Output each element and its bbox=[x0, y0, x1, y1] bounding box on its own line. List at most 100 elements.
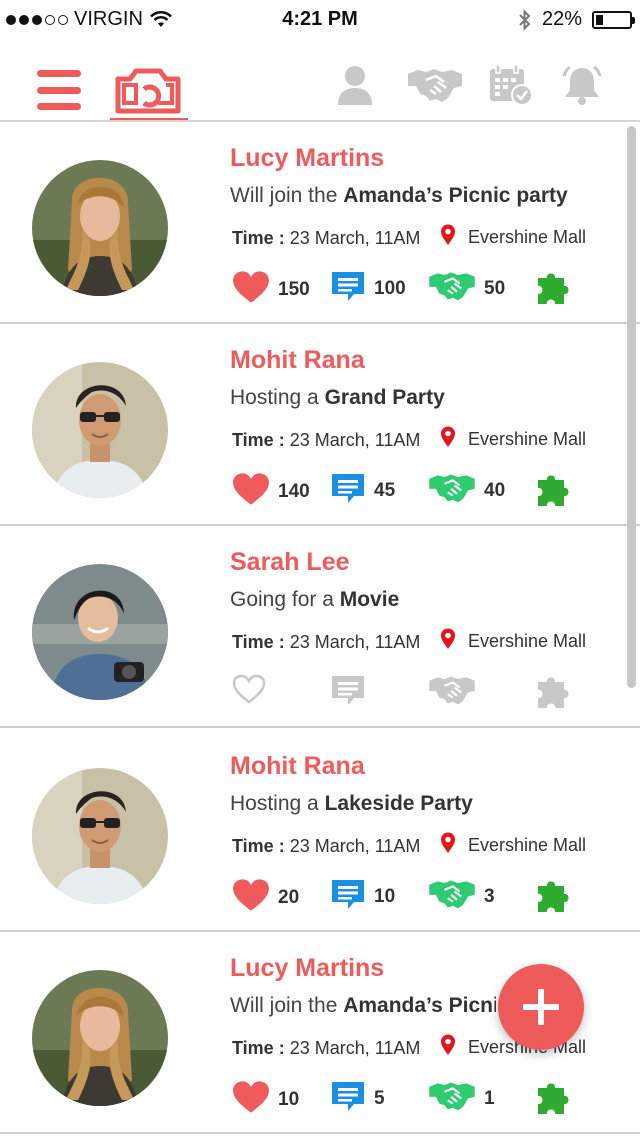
location-pin-icon bbox=[440, 832, 456, 859]
time-label: Time : bbox=[232, 228, 285, 248]
feed-card[interactable]: Mohit Rana Hosting a Grand Party Time : … bbox=[0, 324, 640, 526]
user-name[interactable]: Sarah Lee bbox=[230, 548, 350, 577]
stats-row: 150 100 50 bbox=[232, 270, 592, 310]
event-time: Time : 23 March, 11AM bbox=[232, 836, 420, 857]
join-button[interactable]: 3 bbox=[428, 878, 504, 916]
user-name[interactable]: Mohit Rana bbox=[230, 346, 365, 375]
menu-icon[interactable] bbox=[36, 70, 82, 110]
activity-prefix: Will join the bbox=[230, 994, 344, 1017]
activity-text: Will join the Amanda’s Picnic party bbox=[230, 184, 568, 208]
bell-icon[interactable] bbox=[560, 62, 604, 108]
activity-event[interactable]: Lakeside Party bbox=[325, 792, 473, 815]
comment-button[interactable] bbox=[330, 674, 394, 712]
activity-event[interactable]: Grand Party bbox=[325, 386, 445, 409]
comment-button[interactable]: 5 bbox=[330, 1080, 394, 1118]
join-button[interactable]: 50 bbox=[428, 270, 505, 308]
time-value: 23 March, 11AM bbox=[284, 632, 421, 652]
event-location[interactable]: Evershine Mall bbox=[440, 224, 586, 251]
avatar[interactable] bbox=[32, 362, 168, 498]
feed-card[interactable]: Lucy Martins Will join the Amanda’s Picn… bbox=[0, 122, 640, 324]
comment-count: 100 bbox=[374, 278, 406, 299]
avatar[interactable] bbox=[32, 970, 168, 1106]
user-name[interactable]: Lucy Martins bbox=[230, 144, 384, 173]
puzzle-button[interactable] bbox=[534, 1080, 572, 1122]
location-pin-icon bbox=[440, 1034, 456, 1061]
activity-event[interactable]: Movie bbox=[340, 588, 400, 611]
event-location[interactable]: Evershine Mall bbox=[440, 628, 586, 655]
plus-icon bbox=[523, 989, 559, 1025]
comment-icon bbox=[330, 270, 366, 308]
location-name: Evershine Mall bbox=[468, 227, 587, 247]
user-name[interactable]: Mohit Rana bbox=[230, 752, 365, 781]
feed-card[interactable]: Mohit Rana Hosting a Lakeside Party Time… bbox=[0, 730, 640, 932]
add-button[interactable] bbox=[498, 964, 584, 1050]
comment-button[interactable]: 45 bbox=[330, 472, 395, 510]
event-location[interactable]: Evershine Mall bbox=[440, 426, 586, 453]
activity-text: Hosting a Lakeside Party bbox=[230, 792, 473, 816]
event-location[interactable]: Evershine Mall bbox=[440, 832, 586, 859]
scrollbar[interactable] bbox=[627, 126, 636, 688]
location-name: Evershine Mall bbox=[468, 835, 587, 855]
comment-icon bbox=[330, 472, 366, 510]
event-time: Time : 23 March, 11AM bbox=[232, 430, 420, 451]
comment-button[interactable]: 100 bbox=[330, 270, 406, 308]
comment-button[interactable]: 10 bbox=[330, 878, 395, 916]
avatar[interactable] bbox=[32, 160, 168, 296]
time-label: Time : bbox=[232, 430, 285, 450]
comment-count: 5 bbox=[374, 1088, 385, 1109]
join-button[interactable] bbox=[428, 674, 504, 712]
puzzle-button[interactable] bbox=[534, 878, 572, 920]
status-bar: VIRGIN 4:21 PM 22% bbox=[0, 0, 640, 40]
time-label: Time : bbox=[232, 1038, 285, 1058]
avatar[interactable] bbox=[32, 768, 168, 904]
calendar-icon[interactable] bbox=[486, 62, 536, 108]
puzzle-button[interactable] bbox=[534, 674, 572, 716]
camera-icon[interactable] bbox=[108, 60, 188, 122]
profile-icon[interactable] bbox=[334, 62, 376, 108]
activity-event[interactable]: Amanda’s Picnic party bbox=[343, 184, 567, 207]
heart-icon bbox=[232, 878, 270, 918]
bluetooth-icon bbox=[519, 8, 531, 31]
handshake-icon bbox=[428, 878, 476, 916]
join-count: 1 bbox=[484, 1088, 495, 1109]
puzzle-icon bbox=[534, 270, 572, 312]
battery-icon bbox=[592, 10, 635, 29]
heart-icon bbox=[232, 270, 270, 310]
like-button[interactable]: 20 bbox=[232, 878, 299, 918]
heart-icon bbox=[232, 674, 266, 710]
puzzle-icon bbox=[534, 674, 572, 716]
event-time: Time : 23 March, 11AM bbox=[232, 632, 420, 653]
handshake-icon[interactable] bbox=[408, 62, 462, 108]
puzzle-button[interactable] bbox=[534, 472, 572, 514]
time-label: Time : bbox=[232, 632, 285, 652]
like-button[interactable] bbox=[232, 674, 294, 710]
activity-prefix: Will join the bbox=[230, 184, 344, 207]
handshake-icon bbox=[428, 674, 476, 712]
puzzle-button[interactable] bbox=[534, 270, 572, 312]
location-name: Evershine Mall bbox=[468, 429, 587, 449]
like-button[interactable]: 150 bbox=[232, 270, 310, 310]
activity-prefix: Going for a bbox=[230, 588, 340, 611]
avatar[interactable] bbox=[32, 564, 168, 700]
comment-count: 45 bbox=[374, 480, 396, 501]
feed-card[interactable]: Sarah Lee Going for a Movie Time : 23 Ma… bbox=[0, 526, 640, 728]
location-pin-icon bbox=[440, 628, 456, 655]
like-button[interactable]: 140 bbox=[232, 472, 310, 512]
comment-icon bbox=[330, 1080, 366, 1118]
join-button[interactable]: 1 bbox=[428, 1080, 504, 1118]
location-pin-icon bbox=[440, 224, 456, 251]
join-button[interactable]: 40 bbox=[428, 472, 505, 510]
heart-icon bbox=[232, 1080, 270, 1120]
stats-row: 140 45 40 bbox=[232, 472, 592, 512]
comment-count: 10 bbox=[374, 886, 396, 907]
location-name: Evershine Mall bbox=[468, 631, 587, 651]
comment-icon bbox=[330, 878, 366, 916]
join-count: 40 bbox=[484, 480, 506, 501]
handshake-icon bbox=[428, 1080, 476, 1118]
puzzle-icon bbox=[534, 878, 572, 920]
like-button[interactable]: 10 bbox=[232, 1080, 299, 1120]
activity-event[interactable]: Amanda’s Picnic bbox=[343, 994, 496, 1017]
handshake-icon bbox=[428, 270, 476, 308]
battery-percent: 22% bbox=[541, 8, 582, 30]
user-name[interactable]: Lucy Martins bbox=[230, 954, 384, 983]
